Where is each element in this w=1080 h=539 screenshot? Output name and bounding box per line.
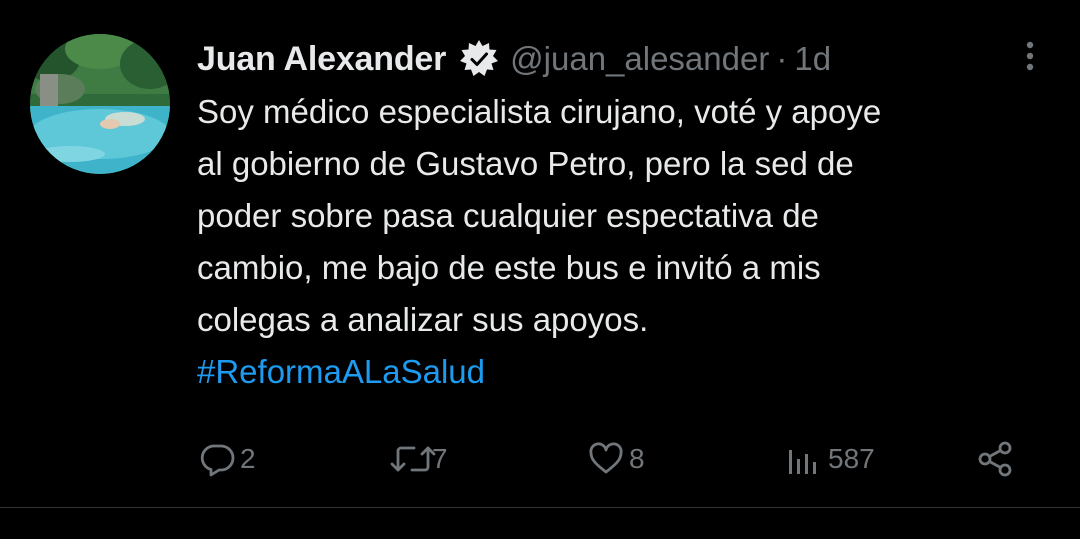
tweet-text-line: poder sobre pasa cualquier espectativa d… xyxy=(197,197,819,234)
tweet-text: Soy médico especialista cirujano, voté y… xyxy=(197,86,1057,398)
timestamp[interactable]: 1d xyxy=(794,40,831,78)
heart-icon xyxy=(587,440,625,478)
tweet-text-line: colegas a analizar sus apoyos. xyxy=(197,301,649,338)
more-vertical-icon[interactable] xyxy=(1012,38,1048,74)
avatar-image xyxy=(30,34,170,174)
handle[interactable]: @juan_alesander xyxy=(510,40,769,78)
tweet-text-line: cambio, me bajo de este bus e invitó a m… xyxy=(197,249,821,286)
hashtag-link[interactable]: #ReformaALaSalud xyxy=(197,346,1057,398)
views-icon xyxy=(786,440,824,478)
like-count: 8 xyxy=(629,443,645,474)
retweet-icon xyxy=(388,440,438,478)
verified-badge-icon[interactable] xyxy=(458,38,500,80)
tweet-header: Juan Alexander @juan_alesander · 1d xyxy=(197,36,831,82)
avatar[interactable] xyxy=(30,34,170,174)
share-icon xyxy=(975,439,1015,479)
divider xyxy=(0,507,1080,508)
views-count: 587 xyxy=(828,443,875,474)
share-button[interactable] xyxy=(975,432,1015,486)
reply-count: 2 xyxy=(240,443,256,474)
retweet-count: 7 xyxy=(432,443,448,474)
reply-button[interactable]: 2 xyxy=(198,432,256,486)
reply-icon xyxy=(198,440,236,478)
views-button[interactable]: 587 xyxy=(786,432,875,486)
display-name[interactable]: Juan Alexander xyxy=(197,40,446,79)
separator-dot: · xyxy=(776,40,788,77)
tweet-text-line: Soy médico especialista cirujano, voté y… xyxy=(197,93,882,130)
action-bar: 2 7 8 587 xyxy=(0,432,1080,486)
retweet-button[interactable]: 7 xyxy=(388,432,448,486)
like-button[interactable]: 8 xyxy=(587,432,645,486)
tweet-text-line: al gobierno de Gustavo Petro, pero la se… xyxy=(197,145,854,182)
tweet[interactable]: Juan Alexander @juan_alesander · 1d Soy … xyxy=(0,0,1080,508)
